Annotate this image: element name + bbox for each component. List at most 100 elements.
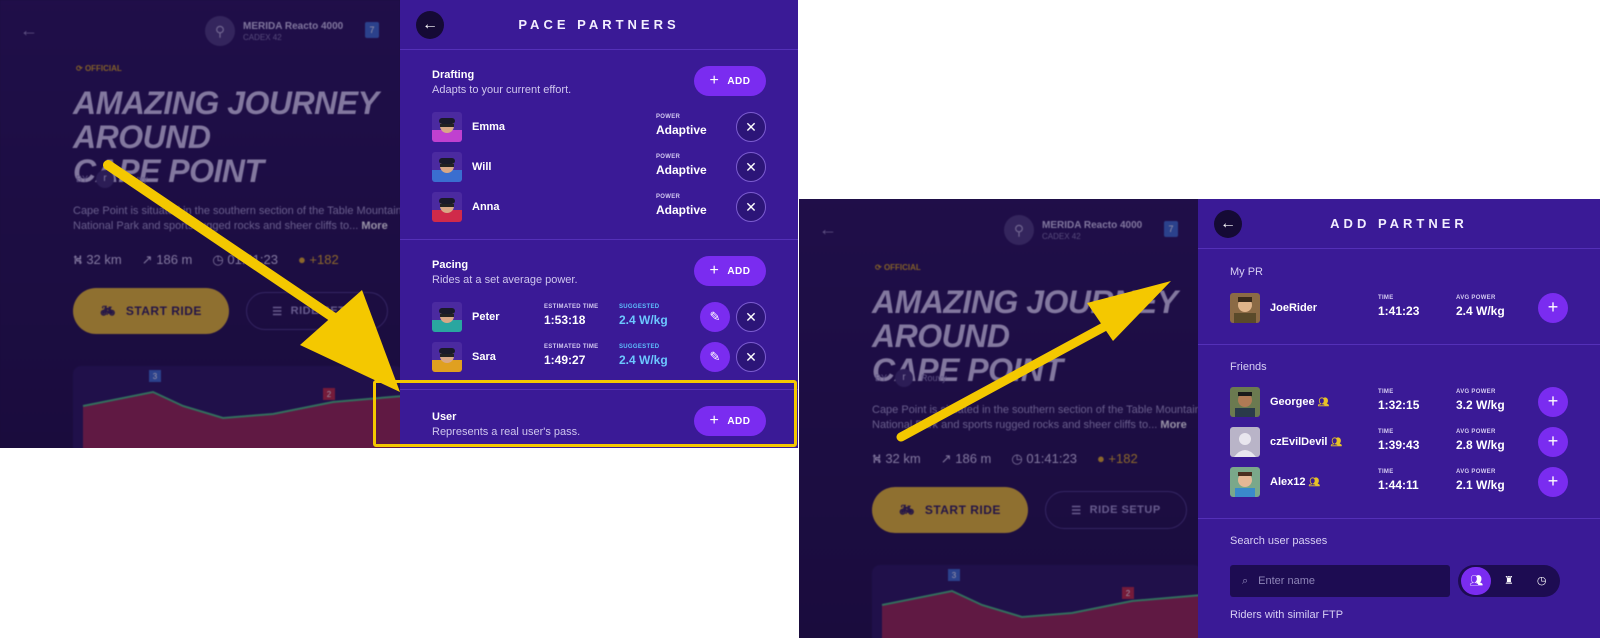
drafting-rider-row: Emma POWER Adaptive ✕: [432, 112, 766, 144]
user-section-highlight: [373, 380, 797, 447]
bike-wheels: CADEX 42: [1042, 231, 1081, 241]
close-icon: ✕: [745, 309, 757, 325]
user-avatar: [1230, 293, 1260, 323]
plus-icon: +: [709, 262, 720, 279]
ride-setup-button[interactable]: ☰ RIDE SETUP: [1045, 491, 1187, 529]
panel-title: ADD PARTNER: [1330, 216, 1468, 231]
route-author: BY r Rouvy: [875, 369, 947, 387]
add-partner-button[interactable]: +: [1538, 427, 1568, 457]
remove-rider-button[interactable]: ✕: [736, 192, 766, 222]
route-stats: ⛕ 32 km ↗ 186 m ◷ 01:41:23 ● +182: [73, 252, 339, 270]
estimated-time-label: ESTIMATED TIME: [544, 344, 599, 350]
time-stat: ◷ 01:41:23: [1011, 451, 1077, 466]
rouvy-logo-icon: r: [96, 170, 115, 188]
my-pr-title: My PR: [1230, 266, 1263, 278]
suggested-power: 2.4 W/kg: [619, 313, 668, 327]
add-partner-button[interactable]: +: [1538, 293, 1568, 323]
close-icon: ✕: [745, 159, 757, 175]
pacing-subtitle: Rides at a set average power.: [432, 274, 578, 286]
similar-ftp-title: Riders with similar FTP: [1230, 609, 1344, 621]
avg-power-label: AVG POWER: [1456, 389, 1496, 395]
route-description: Cape Point is situated in the southern s…: [73, 205, 402, 232]
pace-partners-screenshot: ← ⚲ MERIDA Reacto 4000 CADEX 42 7 ⟳ OFFI…: [0, 0, 798, 448]
friends-section: Friends Georgee 👥︎ TIME 1:32:15 AVG POWER…: [1198, 345, 1600, 519]
my-pr-section: My PR JoeRider TIME 1:41:23 AVG POWER 2.…: [1198, 249, 1600, 345]
add-pacing-button[interactable]: + ADD: [694, 256, 766, 286]
rider-power: Adaptive: [656, 163, 707, 177]
sliders-icon: ☰: [1071, 504, 1082, 517]
time-label: TIME: [1378, 389, 1394, 395]
bike-icon: ⚲: [205, 16, 235, 46]
edit-rider-button[interactable]: ✎: [700, 302, 730, 332]
bike-name: MERIDA Reacto 4000: [243, 20, 344, 32]
stopwatch-filter-icon[interactable]: ◷: [1527, 567, 1557, 595]
route-description: Cape Point is situated in the southern s…: [872, 404, 1201, 431]
add-partner-button[interactable]: +: [1538, 387, 1568, 417]
route-stats: ⛕ 32 km ↗ 186 m ◷ 01:41:23 ● +182: [872, 451, 1138, 469]
my-pr-row: JoeRider TIME 1:41:23 AVG POWER 2.4 W/kg…: [1230, 293, 1568, 325]
rider-name: Emma: [472, 121, 506, 133]
start-ride-button[interactable]: 🚲︎ START RIDE: [872, 487, 1028, 533]
pacing-rider-row: Peter ESTIMATED TIME 1:53:18 SUGGESTED 2…: [432, 302, 766, 334]
rider-avatar: [432, 342, 462, 372]
bike-selector[interactable]: ⚲ MERIDA Reacto 4000 CADEX 42: [205, 16, 343, 46]
profile-marker: 3: [952, 571, 957, 580]
add-partner-screenshot: ← ⚲ MERIDA Reacto 4000 CADEX 42 7 ⟳ OFFI…: [799, 199, 1600, 638]
time-stat: ◷ 01:41:23: [212, 252, 278, 267]
power-label: POWER: [656, 154, 681, 160]
trophy-filter-icon[interactable]: ♜: [1494, 567, 1524, 595]
official-label: ⟳ OFFICIAL: [875, 263, 921, 272]
pencil-icon: ✎: [709, 349, 721, 364]
search-input[interactable]: ⌕ Enter name: [1230, 565, 1450, 597]
user-name: Georgee 👥︎: [1270, 396, 1330, 408]
plus-icon: +: [1547, 431, 1559, 451]
estimated-time: 1:49:27: [544, 353, 586, 367]
rider-name: Peter: [472, 311, 500, 323]
remove-rider-button[interactable]: ✕: [736, 302, 766, 332]
distance-stat: ⛕ 32 km: [73, 252, 122, 267]
search-placeholder: Enter name: [1258, 575, 1316, 587]
edit-rider-button[interactable]: ✎: [700, 342, 730, 372]
profile-marker: 3: [153, 372, 158, 381]
add-drafting-button[interactable]: + ADD: [694, 66, 766, 96]
user-avatar: [1230, 467, 1260, 497]
time-label: TIME: [1378, 295, 1394, 301]
coins-stat: ● +182: [297, 252, 339, 267]
plus-icon: +: [1547, 391, 1559, 411]
remove-rider-button[interactable]: ✕: [736, 112, 766, 142]
add-partner-panel: ← ADD PARTNER My PR JoeRider TIME 1:41:2…: [1198, 199, 1600, 638]
rider-power: Adaptive: [656, 203, 707, 217]
user-power: 2.4 W/kg: [1456, 304, 1505, 318]
search-title: Search user passes: [1230, 535, 1328, 547]
ride-setup-button[interactable]: ☰ RIDE SETUP: [246, 292, 388, 330]
rider-avatar: [432, 192, 462, 222]
drafting-subtitle: Adapts to your current effort.: [432, 84, 572, 96]
more-link[interactable]: More: [1160, 419, 1186, 431]
power-label: POWER: [656, 114, 681, 120]
user-avatar: [1230, 387, 1260, 417]
friend-icon: 👥︎: [1317, 397, 1330, 407]
remove-rider-button[interactable]: ✕: [736, 342, 766, 372]
official-label: ⟳ OFFICIAL: [76, 64, 122, 73]
elevation-stat: ↗ 186 m: [940, 451, 992, 466]
power-label: POWER: [656, 194, 681, 200]
start-ride-button[interactable]: 🚲︎ START RIDE: [73, 288, 229, 334]
remove-rider-button[interactable]: ✕: [736, 152, 766, 182]
users-filter-icon[interactable]: 👥︎: [1461, 567, 1492, 595]
friends-title: Friends: [1230, 361, 1267, 373]
user-power: 2.1 W/kg: [1456, 478, 1505, 492]
route-author: BY r Rouvy: [76, 170, 148, 188]
coins-stat: ● +182: [1096, 451, 1138, 466]
friend-row: Alex12 👥︎ TIME 1:44:11 AVG POWER 2.1 W/kg…: [1230, 467, 1568, 499]
close-icon: ✕: [745, 349, 757, 365]
bicycle-icon: 🚲︎: [899, 503, 915, 517]
add-partner-button[interactable]: +: [1538, 467, 1568, 497]
sliders-icon: ☰: [272, 305, 283, 318]
drafting-rider-row: Anna POWER Adaptive ✕: [432, 192, 766, 224]
back-arrow-icon[interactable]: ←: [819, 219, 837, 240]
level-badge: 7: [1164, 221, 1178, 237]
drafting-rider-row: Will POWER Adaptive ✕: [432, 152, 766, 184]
more-link[interactable]: More: [361, 220, 387, 232]
back-arrow-icon[interactable]: ←: [20, 20, 38, 41]
bike-selector[interactable]: ⚲ MERIDA Reacto 4000 CADEX 42: [1004, 215, 1142, 245]
